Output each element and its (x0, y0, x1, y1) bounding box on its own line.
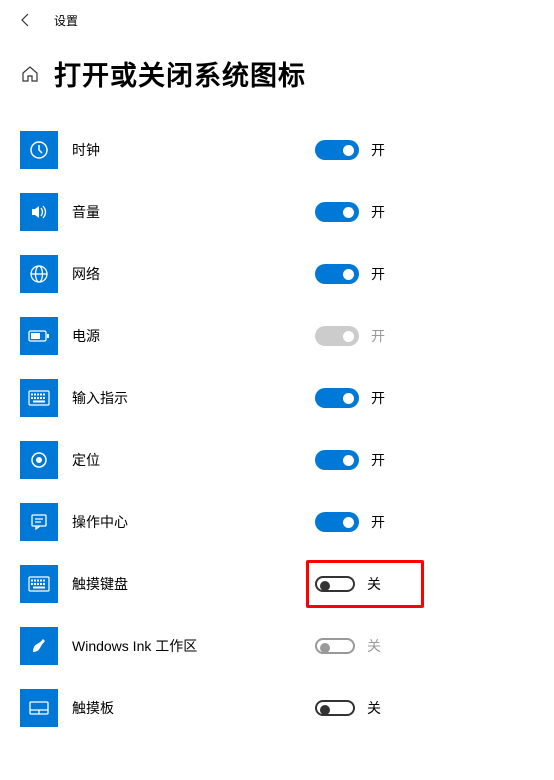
option-label-windows-ink: Windows Ink 工作区 (72, 636, 534, 656)
option-row-action-center: 操作中心开 (20, 491, 534, 553)
toggle-state-label-network: 开 (371, 264, 385, 284)
toggle-state-label-touchpad: 关 (367, 698, 381, 718)
option-label-power: 电源 (72, 326, 534, 346)
home-button[interactable] (20, 64, 40, 84)
toggle-area-power: 开 (315, 326, 435, 346)
option-row-location: 定位开 (20, 429, 534, 491)
option-label-clock: 时钟 (72, 140, 534, 160)
back-button[interactable] (6, 4, 46, 36)
toggle-state-label-clock: 开 (371, 140, 385, 160)
toggle-volume[interactable] (315, 202, 359, 222)
option-label-network: 网络 (72, 264, 534, 284)
toggle-area-network: 开 (315, 264, 435, 284)
toggle-action-center[interactable] (315, 512, 359, 532)
action-center-icon (20, 503, 58, 541)
page-title: 打开或关闭系统图标 (54, 54, 306, 93)
option-label-location: 定位 (72, 450, 534, 470)
option-row-touchpad: 触摸板关 (20, 677, 534, 739)
option-row-power: 电源开 (20, 305, 534, 367)
input-indicator-icon (20, 379, 58, 417)
toggle-power (315, 326, 359, 346)
network-icon (20, 255, 58, 293)
toggle-area-action-center: 开 (315, 512, 435, 532)
option-row-input-indicator: 输入指示开 (20, 367, 534, 429)
toggle-area-clock: 开 (315, 140, 435, 160)
toggle-state-label-volume: 开 (371, 202, 385, 222)
option-label-action-center: 操作中心 (72, 512, 534, 532)
location-icon (20, 441, 58, 479)
option-label-touchpad: 触摸板 (72, 698, 534, 718)
toggle-state-label-location: 开 (371, 450, 385, 470)
toggle-state-label-action-center: 开 (371, 512, 385, 532)
toggle-area-location: 开 (315, 450, 435, 470)
option-row-windows-ink: Windows Ink 工作区关 (20, 615, 534, 677)
app-title: 设置 (54, 12, 78, 29)
toggle-area-volume: 开 (315, 202, 435, 222)
toggle-area-touchpad: 关 (315, 698, 435, 718)
option-row-network: 网络开 (20, 243, 534, 305)
option-label-input-indicator: 输入指示 (72, 388, 534, 408)
toggle-location[interactable] (315, 450, 359, 470)
toggle-network[interactable] (315, 264, 359, 284)
toggle-touchpad[interactable] (315, 700, 355, 716)
option-label-touch-keyboard: 触摸键盘 (72, 574, 534, 594)
toggle-state-label-windows-ink: 关 (367, 636, 381, 656)
touch-keyboard-icon (20, 565, 58, 603)
option-row-volume: 音量开 (20, 181, 534, 243)
toggle-area-input-indicator: 开 (315, 388, 435, 408)
power-icon (20, 317, 58, 355)
toggle-state-label-touch-keyboard: 关 (367, 574, 381, 594)
toggle-area-touch-keyboard: 关 (315, 574, 435, 594)
volume-icon (20, 193, 58, 231)
option-label-volume: 音量 (72, 202, 534, 222)
option-row-clock: 时钟开 (20, 119, 534, 181)
option-row-touch-keyboard: 触摸键盘关 (20, 553, 534, 615)
toggle-windows-ink (315, 638, 355, 654)
clock-icon (20, 131, 58, 169)
toggle-touch-keyboard[interactable] (315, 576, 355, 592)
toggle-input-indicator[interactable] (315, 388, 359, 408)
toggle-clock[interactable] (315, 140, 359, 160)
toggle-state-label-power: 开 (371, 326, 385, 346)
windows-ink-icon (20, 627, 58, 665)
toggle-state-label-input-indicator: 开 (371, 388, 385, 408)
toggle-area-windows-ink: 关 (315, 636, 435, 656)
touchpad-icon (20, 689, 58, 727)
